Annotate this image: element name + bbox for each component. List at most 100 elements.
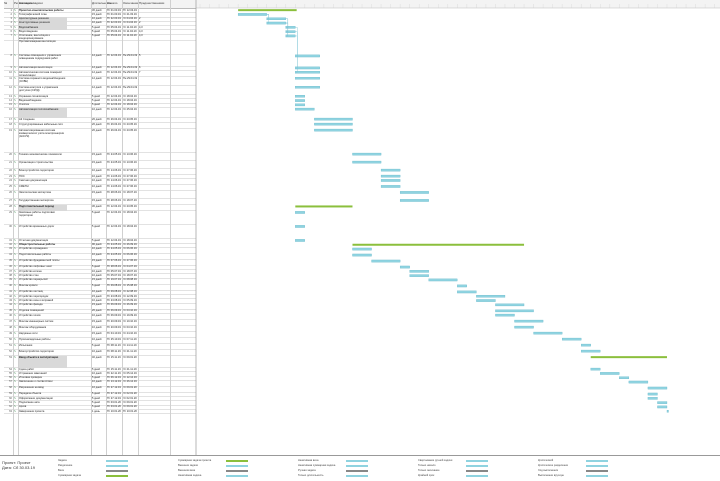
- task-bar: [380, 168, 401, 172]
- task-bar: [495, 309, 534, 313]
- legend-swatch: [466, 464, 488, 467]
- task-bar: [266, 21, 286, 25]
- task-bar: [380, 174, 401, 178]
- legend-label: Суммарная задача: [58, 474, 81, 477]
- legend-swatch: [586, 474, 608, 477]
- project-info: Проект: Проект Дата: Сб 30.03.19: [2, 460, 35, 470]
- task-bar: [295, 211, 305, 214]
- task-bar: [495, 303, 525, 307]
- task-bar: [295, 103, 305, 107]
- task-bar: [476, 294, 506, 298]
- legend-label: Крайний срок: [418, 474, 435, 477]
- task-bar: [295, 99, 305, 102]
- dependency-link: [285, 18, 288, 32]
- legend-label: Задача: [58, 459, 67, 462]
- legend-label: Свертывание ручной задачи: [418, 459, 453, 462]
- task-bar: [581, 349, 601, 353]
- legend-label: Внешняя веха: [178, 469, 196, 472]
- legend-swatch: [346, 474, 368, 477]
- task-bar: [352, 247, 372, 251]
- legend-panel: Проект: Проект Дата: Сб 30.03.19 Задача Р…: [0, 455, 720, 481]
- task-bar: [295, 77, 320, 80]
- dependency-link: [285, 22, 288, 37]
- task-bar: [647, 392, 658, 396]
- task-bar: [295, 86, 320, 89]
- legend-swatch: [346, 464, 368, 467]
- task-bar: [619, 376, 630, 379]
- legend-swatch: [346, 459, 368, 462]
- task-bar: [352, 253, 372, 257]
- legend-label: Неактивная задача: [178, 474, 202, 477]
- task-bar: [399, 199, 429, 202]
- legend-swatch: [466, 474, 488, 477]
- legend-label: Суммарная задача проекта: [178, 459, 212, 462]
- summary-bar: [352, 243, 525, 246]
- task-bar: [533, 331, 563, 335]
- legend-swatch: [346, 469, 368, 472]
- legend-label: Только окончание: [418, 469, 440, 472]
- task-bar: [295, 107, 315, 111]
- task-bar: [371, 259, 401, 263]
- legend-label: Критический: [538, 459, 554, 462]
- task-bar: [295, 66, 320, 70]
- task-bar: [380, 179, 401, 182]
- legend-label: Выполнение вручную: [538, 474, 564, 477]
- task-bar: [314, 128, 353, 132]
- task-bar: [514, 319, 544, 323]
- task-bar: [295, 71, 320, 74]
- legend-label: Только начало: [418, 464, 436, 467]
- task-bar: [457, 290, 477, 294]
- task-bar: [409, 270, 429, 273]
- task-bar: [657, 405, 668, 409]
- legend-swatch: [466, 459, 488, 462]
- task-bar: [590, 367, 601, 371]
- task-bar: [495, 313, 515, 317]
- summary-bar: [295, 205, 353, 208]
- legend-swatch: [466, 469, 488, 472]
- task-bar: [457, 284, 467, 288]
- task-bar: [295, 95, 305, 98]
- legend-label: Внешние задачи: [178, 464, 199, 467]
- legend-label: Ручная задача: [298, 469, 316, 472]
- legend-swatch: [586, 464, 608, 467]
- legend-swatch: [106, 474, 128, 477]
- legend-swatch: [226, 459, 248, 462]
- task-bar: [352, 160, 382, 164]
- task-bar: [314, 117, 353, 121]
- task-bar: [399, 191, 429, 194]
- task-bar: [562, 337, 582, 341]
- task-bar: [399, 265, 410, 269]
- legend-label: Ход выполнения: [538, 469, 559, 472]
- legend-swatch: [226, 469, 248, 472]
- task-bar: [628, 380, 649, 384]
- gantt-chart[interactable]: [0, 0, 720, 455]
- legend-swatch: [226, 464, 248, 467]
- task-bar: [295, 239, 305, 242]
- legend-swatch: [106, 469, 128, 472]
- legend-swatch: [106, 464, 128, 467]
- task-bar: [352, 152, 382, 156]
- task-bar: [266, 17, 286, 20]
- legend-swatch: [106, 459, 128, 462]
- legend-swatch: [586, 469, 608, 472]
- legend-label: Веха: [58, 469, 64, 472]
- project-date: Дата: Сб 30.03.19: [2, 465, 35, 470]
- task-bar: [314, 122, 353, 126]
- summary-bar: [238, 9, 297, 12]
- legend-label: Только длительность: [298, 474, 324, 477]
- task-bar: [666, 409, 669, 413]
- task-bar: [237, 13, 267, 16]
- task-bar: [295, 54, 320, 58]
- legend-label: Разделение: [58, 464, 73, 467]
- task-bar: [428, 278, 458, 282]
- legend-label: Неактивная веха: [298, 459, 319, 462]
- task-bar: [514, 325, 534, 329]
- task-bar: [600, 372, 620, 375]
- task-bar: [581, 343, 591, 347]
- task-bar: [380, 185, 401, 188]
- task-bar: [647, 397, 658, 400]
- task-bar: [647, 386, 668, 390]
- summary-bar: [590, 356, 667, 359]
- task-bar: [295, 225, 305, 228]
- legend-swatch: [586, 459, 608, 462]
